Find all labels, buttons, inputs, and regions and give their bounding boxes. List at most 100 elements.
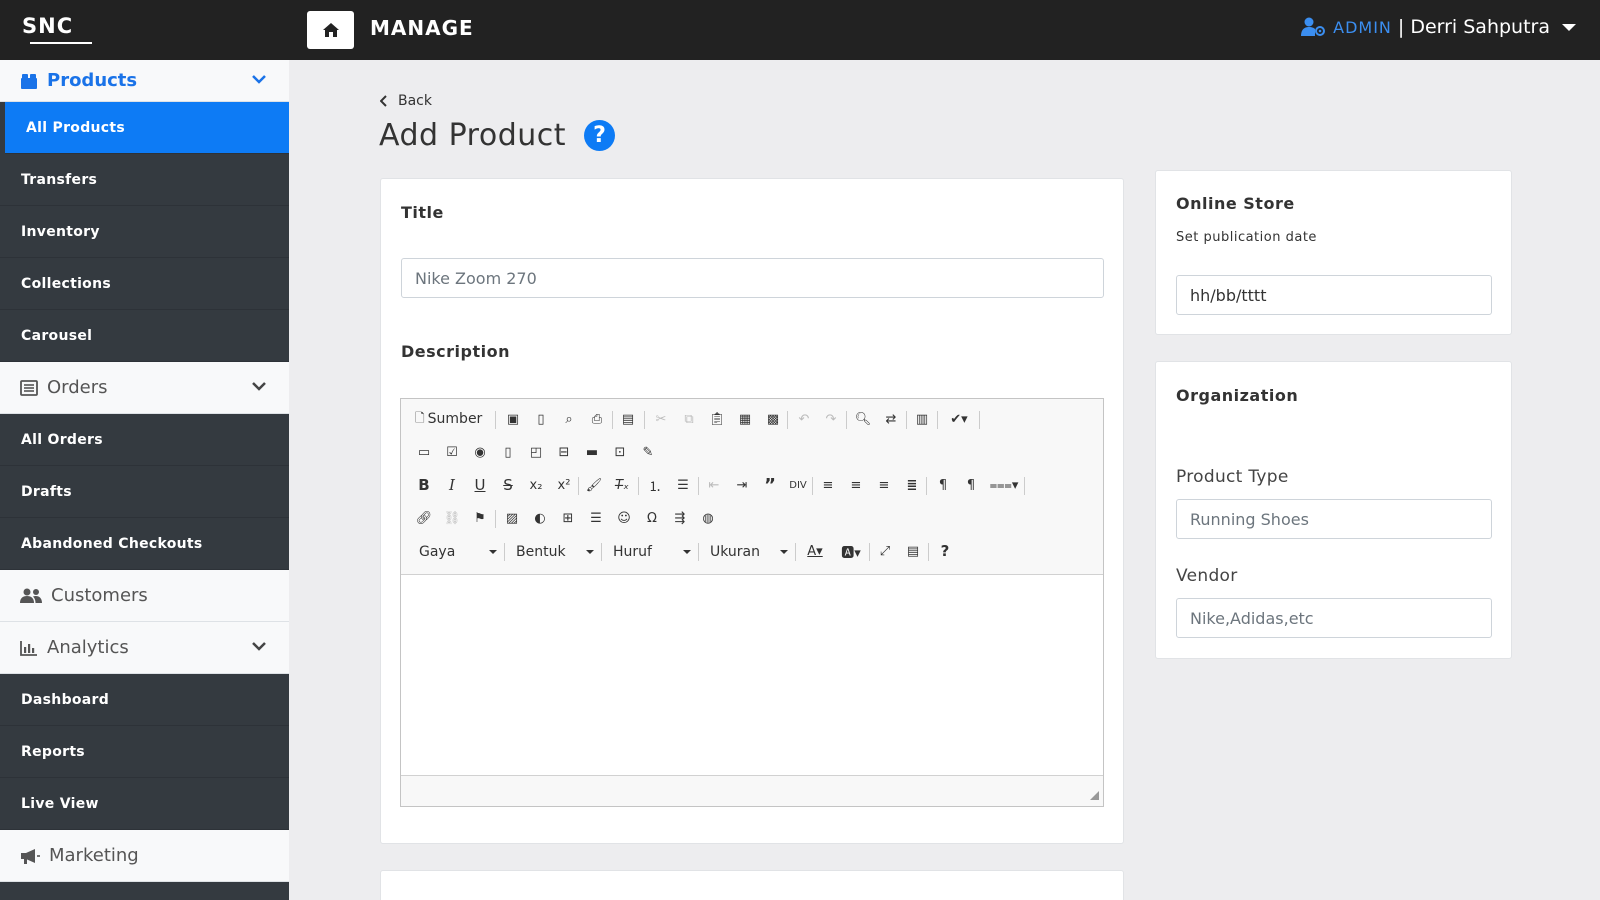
sidebar-item-all-orders[interactable]: All Orders <box>0 414 289 466</box>
user-menu[interactable]: ADMIN | Derri Sahputra <box>1301 16 1576 38</box>
anchor-flag-icon[interactable]: ⚑ <box>471 509 489 527</box>
image-icon[interactable]: ▨ <box>503 509 521 527</box>
paste-icon[interactable]: 📋︎ <box>708 410 726 428</box>
form-icon[interactable]: ▭ <box>415 443 433 461</box>
show-blocks-icon[interactable]: ▤ <box>904 542 922 560</box>
align-left-icon[interactable]: ≡ <box>819 476 837 494</box>
underline-icon[interactable]: U <box>471 476 489 494</box>
sidebar-item-all-products[interactable]: All Products <box>5 102 289 154</box>
sidebar-group-analytics[interactable]: Analytics <box>0 622 289 674</box>
hidden-field-icon[interactable]: ✎ <box>639 443 657 461</box>
sidebar-item-collections[interactable]: Collections <box>0 258 289 310</box>
save-icon[interactable]: ▣ <box>504 410 522 428</box>
numbered-list-icon[interactable]: ⒈ <box>646 476 664 495</box>
subscript-icon[interactable]: x₂ <box>527 476 545 494</box>
maximize-icon[interactable]: ⤢ <box>876 542 894 560</box>
bg-color-icon[interactable]: 🅰︎▾ <box>837 542 865 561</box>
sidebar-item-carousel[interactable]: Carousel <box>0 310 289 362</box>
resize-handle-icon[interactable] <box>1090 791 1099 800</box>
replace-icon[interactable]: ⇄ <box>882 410 900 428</box>
image-button-icon[interactable]: ⊡ <box>611 443 629 461</box>
new-page-icon[interactable]: ▯ <box>532 410 550 428</box>
align-right-icon[interactable]: ≡ <box>875 476 893 494</box>
page-break-icon[interactable]: ⇶ <box>671 509 689 527</box>
iframe-icon[interactable]: ◍ <box>699 509 717 527</box>
remove-format-icon[interactable]: T̶ₓ <box>613 476 631 494</box>
special-char-icon[interactable]: Ω <box>643 509 661 527</box>
strikethrough-icon[interactable]: S <box>499 476 517 494</box>
outdent-icon[interactable]: ⇤ <box>705 476 723 494</box>
sidebar-group-customers[interactable]: Customers <box>0 570 289 622</box>
redo-icon[interactable]: ↷ <box>822 410 840 428</box>
preview-icon[interactable]: ⌕ <box>560 410 578 428</box>
link-icon[interactable]: 🔗︎ <box>415 509 433 527</box>
publication-date-input[interactable]: hh/bb/tttt <box>1176 275 1492 315</box>
product-type-input[interactable]: Running Shoes <box>1176 499 1492 539</box>
toolbar-separator <box>495 510 496 528</box>
home-button[interactable] <box>307 11 354 49</box>
sidebar-item-transfers[interactable]: Transfers <box>0 154 289 206</box>
align-center-icon[interactable]: ≡ <box>847 476 865 494</box>
sidebar-group-marketing[interactable]: Marketing <box>0 830 289 882</box>
align-justify-icon[interactable]: ≣ <box>903 476 921 494</box>
rtl-icon[interactable]: ¶ <box>962 476 980 494</box>
radio-icon[interactable]: ◉ <box>471 443 489 461</box>
sidebar-item-live-view[interactable]: Live View <box>0 778 289 830</box>
toolbar-separator <box>869 543 870 561</box>
find-icon[interactable]: 🔍︎ <box>854 410 872 428</box>
vendor-input[interactable]: Nike,Adidas,etc <box>1176 598 1492 638</box>
source-icon[interactable]: 🗋 Sumber <box>415 410 489 428</box>
text-color-icon[interactable]: A▾ <box>801 542 829 560</box>
spellcheck-icon[interactable]: ✔▾ <box>945 410 973 428</box>
paste-text-icon[interactable]: ▦ <box>736 410 754 428</box>
paste-word-icon[interactable]: ▩ <box>764 410 782 428</box>
flash-icon[interactable]: ◐ <box>531 509 549 527</box>
templates-icon[interactable]: ▤ <box>619 410 637 428</box>
superscript-icon[interactable]: x² <box>555 476 573 494</box>
sidebar-group-orders[interactable]: Orders <box>0 362 289 414</box>
sidebar-item-abandoned-checkouts[interactable]: Abandoned Checkouts <box>0 518 289 570</box>
select-field-icon[interactable]: ⊟ <box>555 443 573 461</box>
sidebar-item-reports[interactable]: Reports <box>0 726 289 778</box>
unlink-icon[interactable]: ⛓ <box>443 509 461 527</box>
sidebar-item-inventory[interactable]: Inventory <box>0 206 289 258</box>
size-dropdown-label: Ukuran <box>710 544 761 560</box>
div-container-icon[interactable]: DIV <box>789 476 807 494</box>
question-circle-icon[interactable]: ? <box>584 120 616 151</box>
user-name: Derri Sahputra <box>1410 16 1550 38</box>
print-icon[interactable]: ⎙ <box>588 410 606 428</box>
button-field-icon[interactable]: ▬ <box>583 443 601 461</box>
sidebar-item-drafts[interactable]: Drafts <box>0 466 289 518</box>
blockquote-icon[interactable]: ” <box>761 475 779 496</box>
ltr-icon[interactable]: ¶ <box>934 476 952 494</box>
textarea-icon[interactable]: ◰ <box>527 443 545 461</box>
language-icon[interactable]: ⩶▾ <box>990 476 1019 494</box>
copy-format-icon[interactable]: 🖌︎ <box>585 476 603 494</box>
table-icon[interactable]: ⊞ <box>559 509 577 527</box>
undo-icon[interactable]: ↶ <box>795 410 813 428</box>
horizontal-rule-icon[interactable]: ☰ <box>587 509 605 527</box>
font-dropdown[interactable]: Huruf <box>607 541 695 563</box>
size-dropdown[interactable]: Ukuran <box>704 541 792 563</box>
indent-icon[interactable]: ⇥ <box>733 476 751 494</box>
checkbox-icon[interactable]: ☑ <box>443 443 461 461</box>
toolbar-separator <box>906 411 907 429</box>
bulleted-list-icon[interactable]: ☰ <box>674 476 692 494</box>
sidebar-group-products[interactable]: Products <box>0 60 289 102</box>
style-dropdown[interactable]: Gaya <box>413 541 501 563</box>
bold-icon[interactable]: B <box>415 476 433 494</box>
sidebar-item-dashboard[interactable]: Dashboard <box>0 674 289 726</box>
smiley-icon[interactable]: ☺ <box>615 509 633 527</box>
help-icon[interactable]: ? <box>936 542 954 560</box>
editor-content-area[interactable] <box>401 574 1103 776</box>
back-link[interactable]: Back <box>380 93 432 109</box>
tag-icon <box>21 73 37 89</box>
brand-logo[interactable]: SNC <box>22 14 92 44</box>
copy-icon[interactable]: ⧉ <box>680 410 698 428</box>
format-dropdown[interactable]: Bentuk <box>510 541 598 563</box>
title-input[interactable]: Nike Zoom 270 <box>401 258 1104 298</box>
cut-icon[interactable]: ✂ <box>652 410 670 428</box>
select-all-icon[interactable]: ▥ <box>913 410 931 428</box>
italic-icon[interactable]: I <box>443 476 461 494</box>
text-field-icon[interactable]: ▯ <box>499 443 517 461</box>
